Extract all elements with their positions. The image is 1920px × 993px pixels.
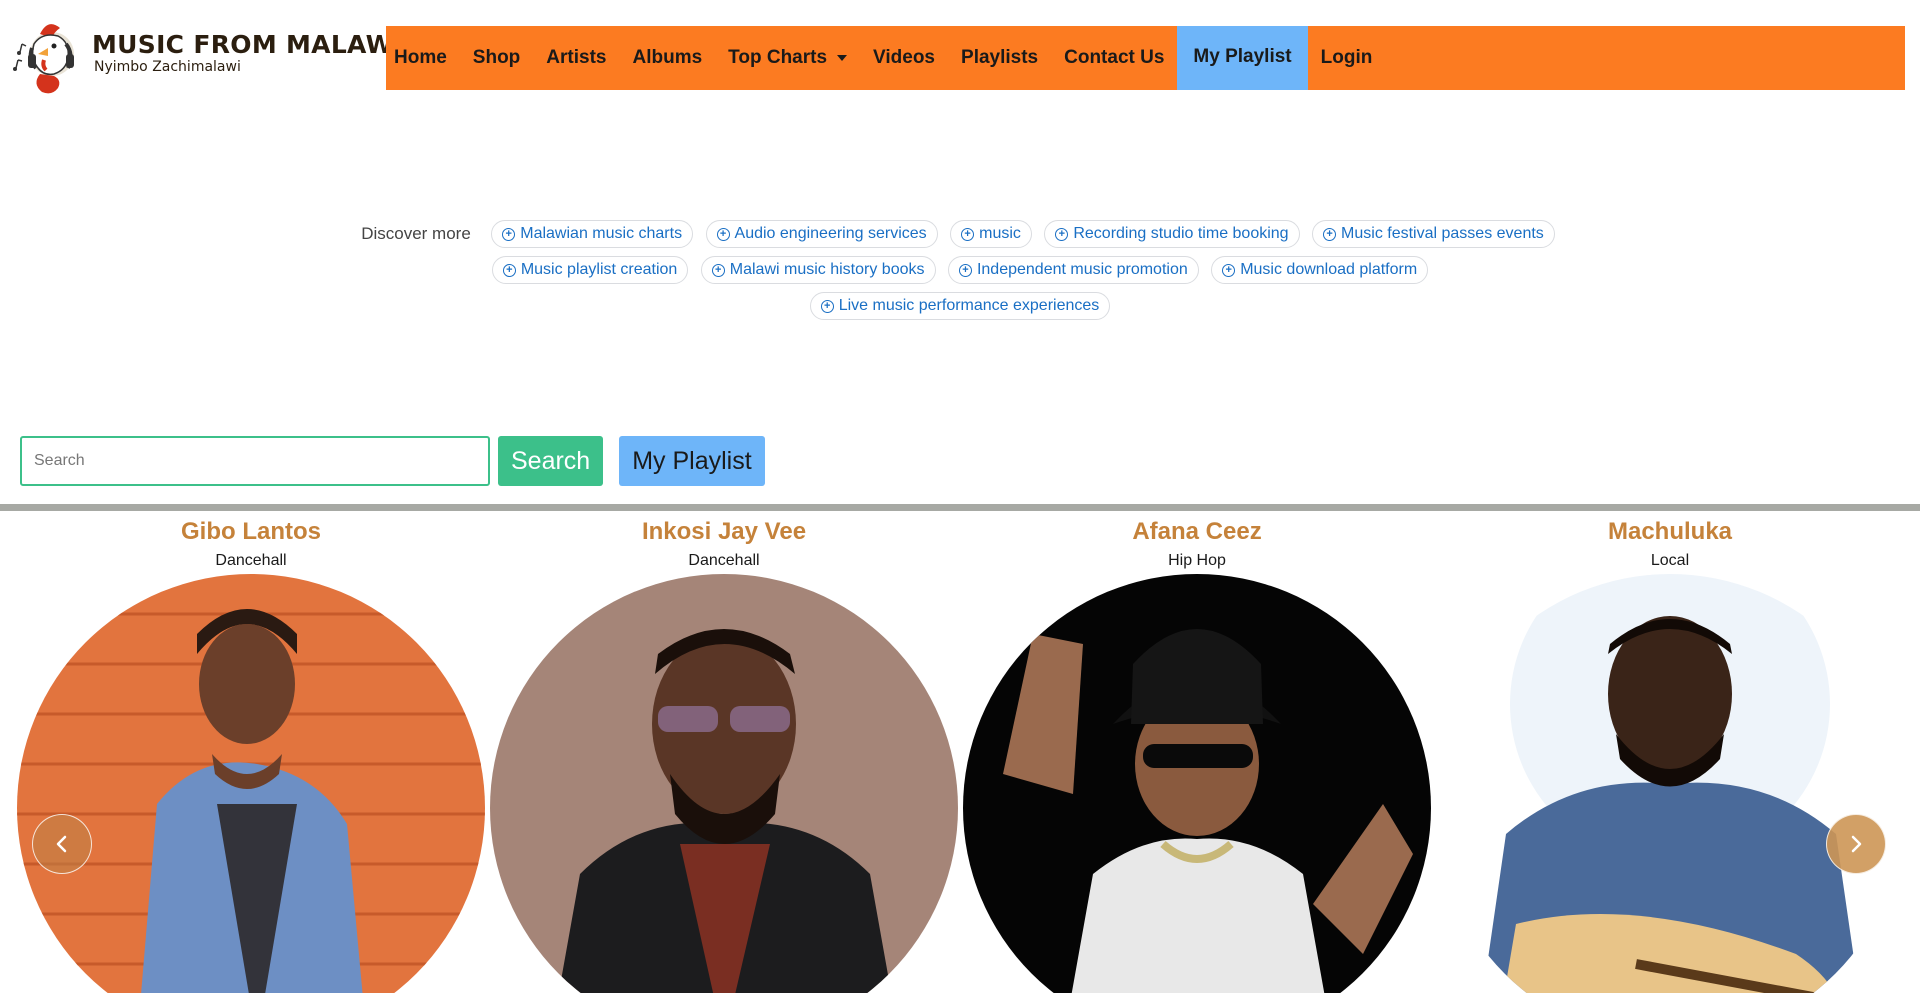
- nav-albums-label: Albums: [632, 47, 703, 68]
- artist-photo[interactable]: [963, 574, 1431, 993]
- nav-shop-label: Shop: [472, 47, 521, 68]
- plus-circle-icon: +: [958, 263, 972, 277]
- artist-genre: Dancehall: [688, 552, 760, 569]
- discover-chip[interactable]: + Music download platform: [1211, 256, 1429, 284]
- section-divider: [0, 504, 1920, 511]
- discover-chip-label: Music festival passes events: [1341, 225, 1544, 242]
- discover-chip-label: music: [979, 225, 1021, 242]
- artist-photo[interactable]: [1436, 574, 1904, 993]
- artist-card[interactable]: Machuluka Local: [1434, 511, 1906, 993]
- site-logo[interactable]: MUSIC FROM MALAWI Nyimbo Zachimalawi: [8, 14, 403, 98]
- nav-top-charts-dropdown[interactable]: Top Charts: [715, 26, 860, 90]
- discover-chip[interactable]: + Music festival passes events: [1312, 220, 1555, 248]
- search-input[interactable]: [20, 436, 490, 486]
- artist-name[interactable]: Inkosi Jay Vee: [488, 517, 960, 547]
- discover-chip-label: Malawi music history books: [729, 261, 925, 278]
- artist-card[interactable]: Inkosi Jay Vee Dancehall: [488, 511, 960, 993]
- discover-chip[interactable]: + Malawian music charts: [491, 220, 694, 248]
- logo-title: MUSIC FROM MALAWI: [92, 30, 404, 59]
- nav-contact-us-label: Contact Us: [1064, 47, 1165, 68]
- chevron-right-icon: [1851, 835, 1862, 853]
- my-playlist-button[interactable]: My Playlist: [619, 436, 765, 486]
- artist-name[interactable]: Machuluka: [1434, 517, 1906, 547]
- carousel-prev-button[interactable]: [32, 814, 92, 874]
- discover-more-section: Discover more + Malawian music charts + Au…: [360, 216, 1560, 324]
- nav-artists[interactable]: Artists: [533, 26, 619, 90]
- plus-circle-icon: +: [820, 299, 834, 313]
- nav-artists-label: Artists: [546, 47, 607, 68]
- plus-circle-icon: +: [1055, 227, 1069, 241]
- nav-home-label: Home: [394, 47, 447, 68]
- caret-down-icon: [837, 55, 848, 61]
- discover-chip[interactable]: + Recording studio time booking: [1044, 220, 1300, 248]
- search-button[interactable]: Search: [498, 436, 604, 486]
- chevron-left-icon: [56, 835, 67, 853]
- carousel-next-button[interactable]: [1826, 814, 1886, 874]
- nav-login-label: Login: [1320, 47, 1373, 68]
- discover-chip[interactable]: + Malawi music history books: [700, 256, 936, 284]
- plus-circle-icon: +: [502, 227, 516, 241]
- nav-playlists-label: Playlists: [961, 47, 1039, 68]
- nav-my-playlist-label: My Playlist: [1193, 46, 1292, 67]
- plus-circle-icon: +: [711, 263, 725, 277]
- plus-circle-icon: +: [1222, 263, 1236, 277]
- plus-circle-icon: +: [1323, 227, 1337, 241]
- nav-top-charts-label: Top Charts: [728, 47, 828, 68]
- artist-card[interactable]: Gibo Lantos Dancehall: [15, 511, 487, 993]
- discover-chip-label: Audio engineering services: [734, 225, 927, 242]
- discover-chip-label: Malawian music charts: [520, 225, 683, 242]
- logo-subtitle: Nyimbo Zachimalawi: [94, 59, 241, 75]
- artist-photo-image: [17, 574, 485, 993]
- artist-photo[interactable]: [490, 574, 958, 993]
- discover-chip[interactable]: + Independent music promotion: [947, 256, 1199, 284]
- nav-contact-us[interactable]: Contact Us: [1051, 26, 1177, 90]
- discover-chip[interactable]: + music: [950, 220, 1032, 248]
- nav-my-playlist[interactable]: My Playlist: [1177, 26, 1308, 90]
- artist-genre: Local: [1650, 552, 1690, 569]
- artist-photo[interactable]: [17, 574, 485, 993]
- discover-chip[interactable]: + Music playlist creation: [491, 256, 689, 284]
- discover-chip-label: Music playlist creation: [520, 261, 678, 278]
- nav-home[interactable]: Home: [386, 26, 460, 90]
- nav-login[interactable]: Login: [1308, 26, 1386, 90]
- artist-genre: Dancehall: [215, 552, 287, 569]
- nav-shop[interactable]: Shop: [460, 26, 534, 90]
- nav-videos-label: Videos: [873, 47, 936, 68]
- plus-circle-icon: +: [502, 263, 516, 277]
- artist-card[interactable]: Afana Ceez Hip Hop: [961, 511, 1433, 993]
- discover-chip-label: Independent music promotion: [976, 261, 1188, 278]
- nav-albums[interactable]: Albums: [619, 26, 715, 90]
- logo-text: MUSIC FROM MALAWI Nyimbo Zachimalawi: [92, 30, 404, 76]
- discover-chip-label: Recording studio time booking: [1073, 225, 1289, 242]
- nav-playlists[interactable]: Playlists: [948, 26, 1051, 90]
- search-bar: Search My Playlist: [20, 436, 765, 486]
- artist-genre: Hip Hop: [1168, 552, 1226, 569]
- rooster-headphones-logo-icon: [13, 24, 74, 94]
- discover-chip-label: Live music performance experiences: [838, 297, 1100, 314]
- artist-photo-image: [1436, 574, 1904, 993]
- artist-photo-image: [490, 574, 958, 993]
- discover-chip[interactable]: + Live music performance experiences: [809, 292, 1111, 320]
- discover-chip[interactable]: + Audio engineering services: [705, 220, 938, 248]
- artist-name[interactable]: Gibo Lantos: [15, 517, 487, 547]
- artist-name[interactable]: Afana Ceez: [961, 517, 1433, 547]
- artist-carousel: Gibo Lantos Dancehall Inkosi Jay Vee Dan…: [0, 511, 1920, 993]
- nav-videos[interactable]: Videos: [860, 26, 948, 90]
- plus-circle-icon: +: [961, 227, 975, 241]
- artist-photo-image: [963, 574, 1431, 993]
- discover-chip-label: Music download platform: [1240, 261, 1418, 278]
- plus-circle-icon: +: [716, 227, 730, 241]
- discover-more-label: Discover more: [361, 224, 471, 243]
- main-navbar: Home Shop Artists Albums Top Charts Vide…: [386, 26, 1905, 90]
